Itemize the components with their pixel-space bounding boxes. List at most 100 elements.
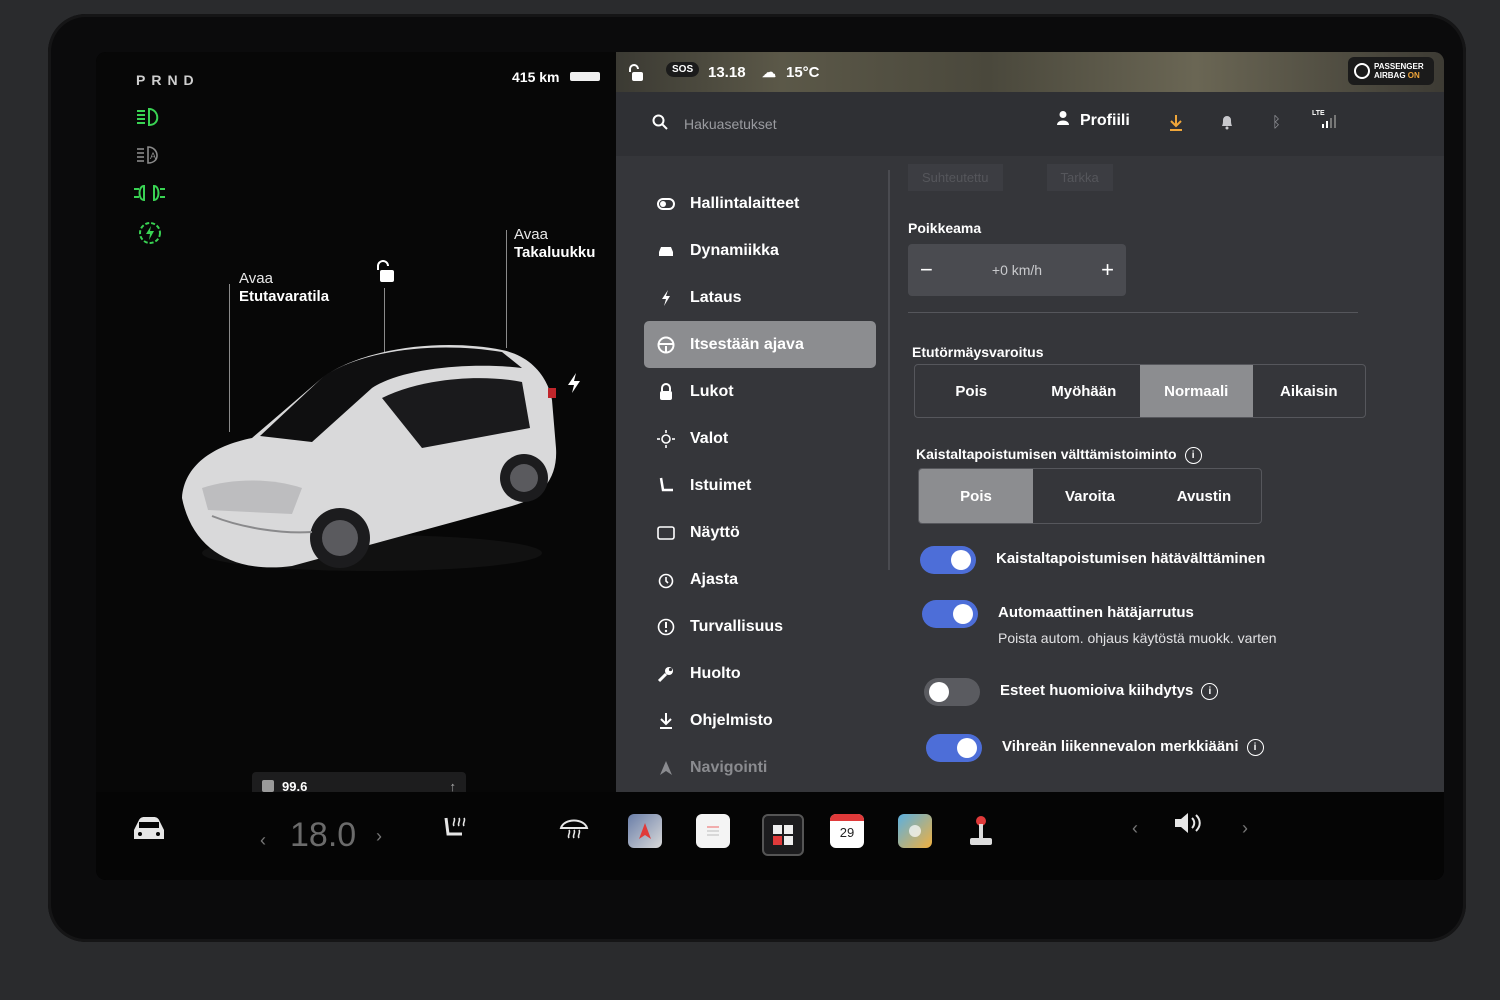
bell-icon[interactable] — [1220, 114, 1234, 135]
download-icon — [656, 712, 676, 730]
nav-item-label: Itsestään ajava — [690, 335, 804, 353]
defrost-icon[interactable] — [558, 814, 590, 840]
nav-item-12[interactable]: Navigointi — [644, 744, 876, 791]
temp-down-chevron-icon[interactable]: ‹ — [260, 830, 266, 851]
unlock-status-icon[interactable] — [626, 64, 644, 86]
aeb-label: Automaattinen hätäjarrutus — [998, 604, 1194, 621]
outside-temperature: 15°C — [786, 64, 820, 81]
aeb-sublabel: Poista autom. ohjaus käytöstä muokk. var… — [998, 630, 1277, 646]
tab-fixed[interactable]: Tarkka — [1046, 164, 1113, 191]
map-status-strip[interactable]: SOS 13.18 ☁ 15°C PASSENGER AIRBAG ON — [616, 52, 1444, 92]
airbag-line1: PASSENGER — [1374, 62, 1424, 71]
minus-button[interactable]: − — [920, 257, 933, 283]
nav-item-2[interactable]: Lataus — [644, 274, 876, 321]
airbag-state: ON — [1407, 71, 1420, 80]
green-light-chime-toggle[interactable] — [926, 734, 982, 762]
bottom-dock: ‹ 18.0 › 29 ‹ › — [96, 792, 1444, 880]
nav-item-8[interactable]: Ajasta — [644, 556, 876, 603]
temp-up-chevron-icon[interactable]: › — [376, 826, 382, 847]
nav-item-6[interactable]: Istuimet — [644, 462, 876, 509]
seat-heater-icon[interactable] — [440, 814, 470, 844]
lane-departure-option-1[interactable]: Varoita — [1033, 469, 1147, 523]
range-readout: 415 km — [512, 69, 560, 85]
info-icon[interactable]: i — [1201, 682, 1219, 700]
lte-label: LTE — [1312, 110, 1325, 117]
lane-departure-option-2[interactable]: Avustin — [1147, 469, 1261, 523]
trunk-label-line2: Takaluukku — [514, 244, 596, 261]
battery-icon — [570, 72, 600, 81]
car-model-image[interactable] — [172, 338, 572, 578]
obstacle-acceleration-text: Esteet huomioiva kiihdytys — [1000, 682, 1194, 699]
fcw-option-0[interactable]: Pois — [915, 365, 1028, 417]
calendar-app-icon[interactable]: 29 — [830, 814, 864, 848]
nav-item-1[interactable]: Dynamiikka — [644, 227, 876, 274]
nav-item-0[interactable]: Hallintalaitteet — [644, 180, 876, 227]
fcw-option-3[interactable]: Aikaisin — [1253, 365, 1366, 417]
passenger-airbag-indicator: PASSENGER AIRBAG ON — [1348, 57, 1434, 85]
nav-item-label: Näyttö — [690, 523, 740, 541]
offset-value: +0 km/h — [991, 262, 1043, 278]
fcw-option-2[interactable]: Normaali — [1140, 365, 1253, 417]
nav-item-4[interactable]: Lukot — [644, 368, 876, 415]
fcw-segmented-control[interactable]: Pois Myöhään Normaali Aikaisin — [914, 364, 1366, 418]
notes-app-icon[interactable] — [696, 814, 730, 848]
toybox-app-icon[interactable] — [898, 814, 932, 848]
info-icon[interactable]: i — [1246, 738, 1264, 756]
search-icon — [652, 114, 668, 133]
car-button[interactable] — [130, 814, 168, 844]
nav-item-label: Istuimet — [690, 476, 752, 494]
clock-time: 13.18 — [708, 64, 746, 81]
volume-up-chevron-icon[interactable]: › — [1242, 818, 1248, 839]
automatic-emergency-braking-toggle[interactable] — [922, 600, 978, 628]
emergency-lane-departure-toggle[interactable] — [920, 546, 976, 574]
unlock-icon[interactable] — [372, 260, 396, 289]
volume-icon[interactable] — [1172, 808, 1206, 838]
nav-item-label: Turvallisuus — [690, 617, 784, 635]
speed-offset-stepper[interactable]: − +0 km/h + — [908, 244, 1126, 296]
nav-item-11[interactable]: Ohjelmisto — [644, 697, 876, 744]
frunk-open-label[interactable]: Avaa Etutavaratila — [239, 270, 329, 306]
fcw-option-1[interactable]: Myöhään — [1028, 365, 1141, 417]
nav-item-label: Dynamiikka — [690, 241, 779, 259]
download-icon[interactable] — [1168, 114, 1184, 137]
tab-relative[interactable]: Suhteutettu — [908, 164, 1003, 191]
trunk-label-line1: Avaa — [514, 226, 548, 243]
alarm-clock-icon — [656, 571, 676, 589]
nav-item-label: Ohjelmisto — [690, 711, 773, 729]
cabin-temperature[interactable]: 18.0 — [290, 816, 356, 855]
lane-departure-segmented-control[interactable]: Pois Varoita Avustin — [918, 468, 1262, 524]
obstacle-aware-acceleration-toggle[interactable] — [924, 678, 980, 706]
emergency-lane-departure-label: Kaistaltapoistumisen hätävälttäminen — [996, 550, 1266, 567]
info-icon[interactable]: i — [1184, 446, 1202, 464]
seat-icon — [656, 477, 676, 495]
nav-item-10[interactable]: Huolto — [644, 650, 876, 697]
nav-item-7[interactable]: Näyttö — [644, 509, 876, 556]
trunk-open-label[interactable]: Avaa Takaluukku — [514, 226, 595, 262]
bluetooth-icon[interactable]: ᛒ — [1272, 114, 1281, 131]
profile-button[interactable]: Profiili — [1056, 110, 1130, 131]
nav-item-3[interactable]: Itsestään ajava — [644, 321, 876, 368]
navigation-icon — [656, 760, 676, 776]
navigation-app-icon[interactable] — [628, 814, 662, 848]
volume-down-chevron-icon[interactable]: ‹ — [1132, 818, 1138, 839]
low-beam-icon — [134, 104, 166, 130]
lane-departure-option-0[interactable]: Pois — [919, 469, 1033, 523]
arcade-joystick-icon[interactable] — [966, 814, 996, 848]
touchscreen: PRND 415 km A Avaa Etutavaratila Avaa Ta… — [96, 52, 1444, 880]
section-divider — [908, 312, 1358, 313]
lane-departure-title-text: Kaistaltapoistumisen välttämistoiminto — [916, 446, 1177, 462]
airbag-line2: AIRBAG — [1374, 71, 1406, 80]
nav-item-5[interactable]: Valot — [644, 415, 876, 462]
steering-wheel-icon — [656, 336, 676, 354]
display-icon — [656, 525, 676, 540]
app-launcher-icon[interactable] — [762, 814, 804, 856]
settings-search[interactable]: Hakuasetukset — [652, 114, 777, 133]
sos-button[interactable]: SOS — [666, 62, 700, 77]
nav-item-9[interactable]: Turvallisuus — [644, 603, 876, 650]
wrench-icon — [656, 665, 676, 683]
green-light-chime-label: Vihreän liikennevalon merkkiääni i — [1002, 738, 1264, 756]
nav-item-label: Lataus — [690, 288, 742, 306]
speed-offset-mode-tabs[interactable]: Suhteutettu Tarkka — [908, 164, 1113, 191]
plus-button[interactable]: + — [1101, 257, 1114, 283]
nav-item-label: Ajasta — [690, 570, 739, 588]
